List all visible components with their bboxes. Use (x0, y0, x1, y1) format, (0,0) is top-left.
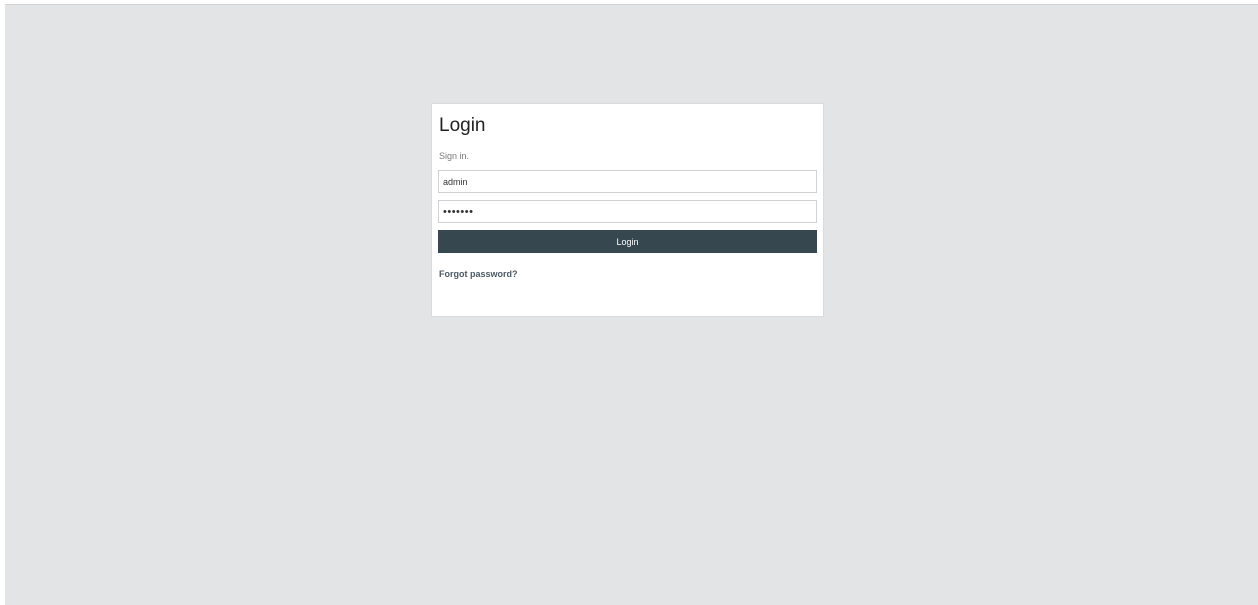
login-button[interactable]: Login (438, 230, 817, 253)
login-subtitle: Sign in. (439, 151, 470, 161)
login-card: Login Sign in. Login Forgot password? (431, 103, 824, 317)
forgot-password-link[interactable]: Forgot password? (439, 268, 518, 280)
username-input[interactable] (438, 170, 817, 193)
password-input[interactable] (438, 200, 817, 223)
login-title: Login (439, 115, 486, 136)
page-background: Login Sign in. Login Forgot password? (5, 4, 1258, 605)
